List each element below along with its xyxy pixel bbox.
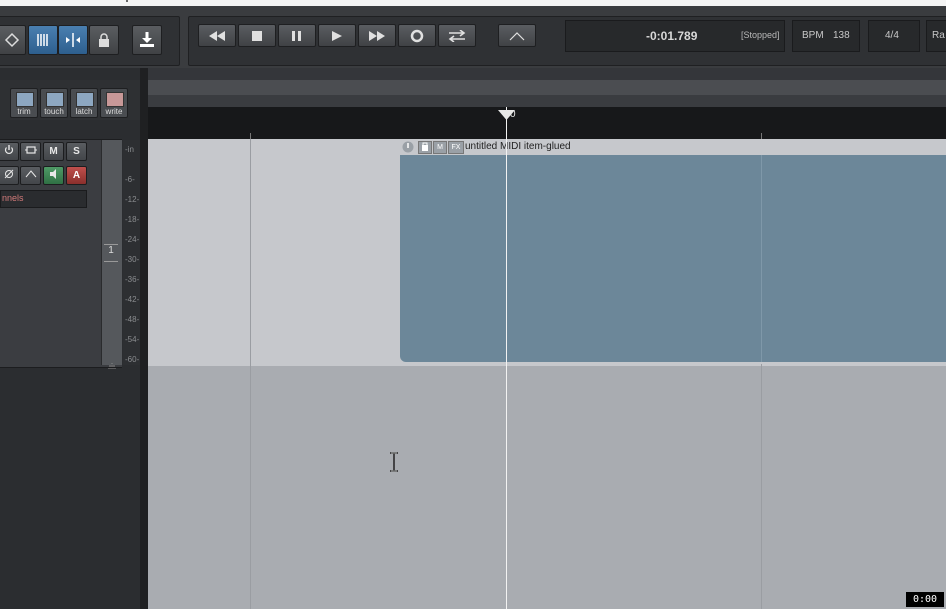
bpm-label: BPM: [802, 30, 824, 41]
repeat-button[interactable]: [438, 24, 476, 47]
edit-cursor-label: 0: [510, 109, 516, 120]
render-button[interactable]: [132, 25, 162, 55]
overlay-clock: 0:00: [906, 592, 944, 607]
time-signature-value: 4/4: [885, 30, 899, 41]
pause-button[interactable]: [278, 24, 316, 47]
meter-label: -60-: [125, 355, 140, 364]
lock-button[interactable]: [89, 25, 119, 55]
meter-label: -48-: [125, 315, 140, 324]
lock-icon: [97, 32, 111, 48]
time-display[interactable]: -0:01.789 [Stopped]: [565, 20, 785, 52]
meter-label: -24-: [125, 235, 140, 244]
play-icon: [332, 30, 342, 41]
bpm-display[interactable]: BPM 138: [792, 20, 860, 52]
play-button[interactable]: [318, 24, 356, 47]
snap-grid-button[interactable]: [28, 25, 58, 55]
power-icon: [4, 145, 14, 158]
edit-cursor[interactable]: [506, 107, 507, 609]
curve-icon: [509, 31, 525, 41]
automation-touch-label: touch: [44, 107, 64, 116]
track-solo-button[interactable]: S: [66, 142, 87, 161]
download-icon: [138, 31, 156, 49]
rate-label: Ra: [932, 30, 945, 41]
track-power-button[interactable]: [0, 142, 19, 161]
monitor-icon: [49, 169, 59, 182]
repeat-icon: [448, 29, 466, 42]
fader-handle-icon: [108, 356, 116, 370]
grid-line: [761, 155, 762, 362]
automation-latch-button[interactable]: latch: [70, 88, 98, 118]
track-input-selector[interactable]: nnels: [0, 190, 87, 208]
meter-label: -18-: [125, 215, 140, 224]
automation-write-icon: [106, 92, 124, 107]
envelope-icon: [25, 170, 37, 181]
region-lane[interactable]: [148, 80, 946, 95]
timeline-ruler[interactable]: [148, 107, 946, 139]
automation-write-button[interactable]: write: [100, 88, 128, 118]
track-arm-button[interactable]: A: [66, 166, 87, 185]
track-fx-chain-button[interactable]: [20, 142, 41, 161]
item-mute-badge[interactable]: M: [433, 141, 447, 154]
item-lock-icon[interactable]: [402, 140, 414, 153]
item-properties-icon[interactable]: [418, 141, 432, 154]
item-fx-badge[interactable]: FX: [448, 141, 464, 154]
play-status: [Stopped]: [741, 30, 780, 40]
automation-latch-icon: [76, 92, 94, 107]
ripple-edit-button[interactable]: [58, 25, 88, 55]
record-icon: [410, 29, 424, 43]
meter-label: -36-: [125, 275, 140, 284]
meter-label: -42-: [125, 295, 140, 304]
meter-label: -54-: [125, 335, 140, 344]
empty-track-area[interactable]: [148, 366, 946, 609]
automation-trim-label: trim: [17, 107, 31, 116]
automation-touch-icon: [46, 92, 64, 107]
grid-line: [250, 139, 251, 609]
pause-icon: [292, 30, 302, 41]
marker-lane[interactable]: [148, 95, 946, 107]
automation-write-label: write: [105, 107, 123, 116]
rate-display[interactable]: Ra: [926, 20, 946, 52]
bpm-value: 138: [833, 30, 850, 41]
track-phase-button[interactable]: [0, 166, 19, 185]
fast-forward-icon: [369, 30, 385, 41]
panel-divider[interactable]: [140, 68, 148, 609]
auto-crossfade-button[interactable]: [498, 24, 536, 47]
track-mute-button[interactable]: M: [43, 142, 64, 161]
track-number: 1: [104, 244, 118, 262]
midi-item-title: untitled MIDI item-glued: [465, 141, 571, 152]
fx-chain-icon: [24, 146, 37, 157]
track-input-label: nnels: [2, 193, 24, 203]
envelope-points-button[interactable]: [0, 25, 26, 55]
track-monitor-button[interactable]: [43, 166, 64, 185]
automation-trim-button[interactable]: trim: [10, 88, 38, 118]
main-toolbar: -0:01.789 [Stopped] BPM 138 4/4 Ra: [0, 6, 946, 69]
phase-icon: [4, 169, 14, 182]
rewind-button[interactable]: [198, 24, 236, 47]
track-level-meter: [123, 140, 140, 365]
meter-label: -30-: [125, 255, 140, 264]
time-signature-display[interactable]: 4/4: [868, 20, 920, 52]
meter-label: -12-: [125, 195, 140, 204]
automation-touch-button[interactable]: touch: [40, 88, 68, 118]
rewind-icon: [209, 30, 225, 41]
automation-trim-icon: [16, 92, 34, 107]
stop-icon: [252, 30, 262, 41]
meter-label: -6-: [125, 175, 135, 184]
text-cursor-icon: [388, 452, 400, 477]
time-value: -0:01.789: [646, 29, 698, 43]
ripple-edit-icon: [64, 32, 82, 48]
midi-item-body[interactable]: [400, 155, 946, 362]
arrange-top-bar: [148, 68, 946, 80]
record-button[interactable]: [398, 24, 436, 47]
envelope-points-icon: [4, 32, 20, 48]
stop-button[interactable]: [238, 24, 276, 47]
track-envelope-button[interactable]: [20, 166, 41, 185]
grid-snap-icon: [35, 32, 51, 48]
automation-latch-label: latch: [75, 107, 93, 116]
meter-label: -in: [125, 145, 134, 154]
fast-forward-button[interactable]: [358, 24, 396, 47]
